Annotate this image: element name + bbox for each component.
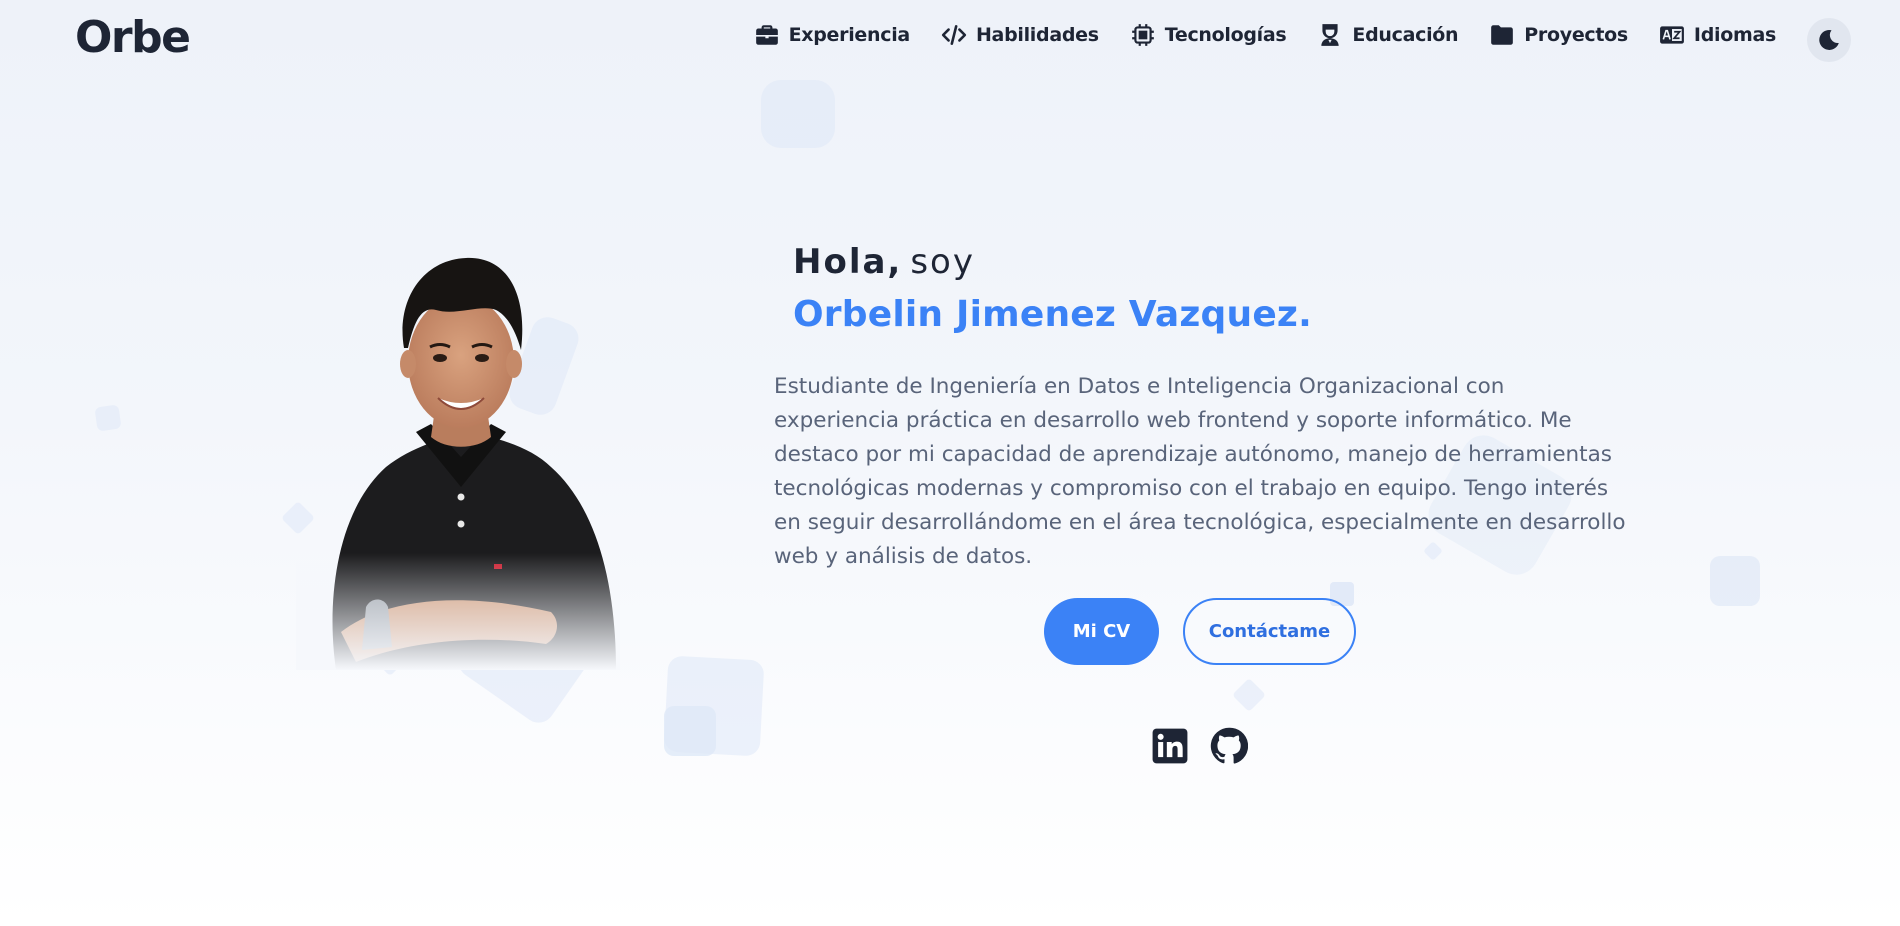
code-icon	[941, 25, 967, 45]
linkedin-icon	[1152, 728, 1188, 764]
nav-item-label: Experiencia	[788, 24, 911, 46]
nav-item-tecnologias[interactable]: Tecnologías	[1130, 22, 1287, 48]
nav-item-label: Idiomas	[1693, 24, 1776, 46]
hero-name: Orbelin Jimenez Vazquez.	[793, 294, 1312, 335]
main-nav: Experiencia Habilidades Tecnologías Educ…	[754, 22, 1776, 48]
graduate-icon	[1321, 24, 1340, 46]
nav-item-label: Proyectos	[1524, 24, 1628, 46]
github-icon	[1210, 727, 1248, 764]
profile-photo	[296, 252, 620, 670]
decor-square	[94, 404, 122, 432]
decor-square	[1232, 678, 1266, 712]
briefcase-icon	[755, 25, 778, 45]
nav-item-idiomas[interactable]: Idiomas	[1659, 22, 1776, 48]
nav-item-educacion[interactable]: Educación	[1317, 22, 1459, 48]
hero-description: Estudiante de Ingeniería en Datos e Inte…	[774, 374, 1626, 569]
site-logo[interactable]: Orbe	[75, 12, 191, 63]
nav-item-label: Educación	[1352, 24, 1459, 46]
github-link[interactable]	[1210, 727, 1248, 765]
nav-item-experiencia[interactable]: Experiencia	[754, 22, 910, 48]
contact-button[interactable]: Contáctame	[1183, 598, 1356, 665]
language-icon	[1660, 26, 1684, 44]
decor-square	[761, 80, 835, 148]
linkedin-link[interactable]	[1151, 727, 1189, 765]
decor-square	[664, 706, 716, 756]
nav-item-proyectos[interactable]: Proyectos	[1489, 22, 1628, 48]
nav-item-habilidades[interactable]: Habilidades	[941, 22, 1099, 48]
decor-square	[1710, 556, 1760, 606]
nav-item-label: Habilidades	[975, 24, 1099, 46]
greeting-bold: Hola,	[793, 242, 903, 282]
nav-item-label: Tecnologías	[1164, 24, 1287, 46]
theme-toggle-button[interactable]	[1807, 18, 1851, 62]
greeting-rest: soy	[910, 242, 975, 282]
moon-icon	[1819, 29, 1839, 50]
hero-greeting: Hola, soy	[793, 242, 975, 282]
top-navbar: Orbe Experiencia Habilidades Tecnologías…	[0, 0, 1900, 78]
chip-icon	[1131, 24, 1154, 46]
cv-button[interactable]: Mi CV	[1044, 598, 1159, 665]
folder-icon	[1491, 25, 1514, 45]
